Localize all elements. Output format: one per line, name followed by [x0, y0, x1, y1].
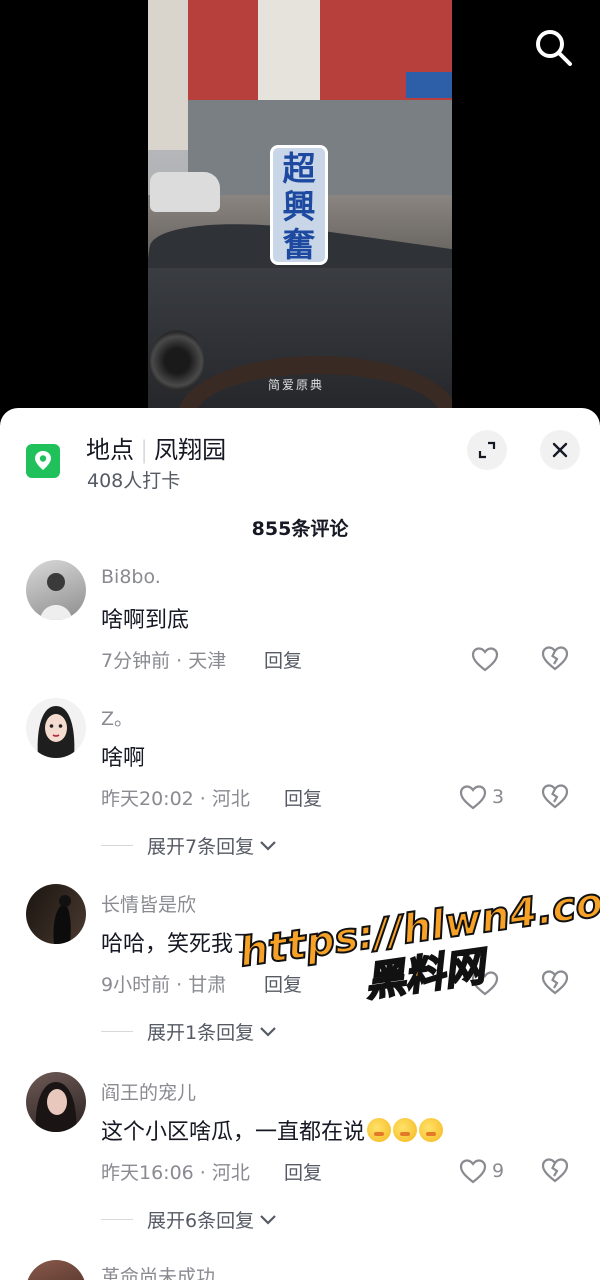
chevron-down-icon	[260, 1214, 276, 1225]
location-divider: |	[140, 436, 149, 464]
avatar[interactable]	[26, 1260, 86, 1280]
comment-username[interactable]: 阎王的宠儿	[101, 1078, 196, 1105]
reply-button[interactable]: 回复	[284, 1158, 322, 1185]
dislike-button[interactable]	[540, 968, 570, 998]
comment-username[interactable]: Z。	[101, 704, 133, 731]
chevron-down-icon	[260, 1026, 276, 1037]
broken-heart-icon	[541, 646, 569, 671]
broken-heart-icon	[541, 970, 569, 995]
reply-button[interactable]: 回复	[284, 784, 322, 811]
emoji-icon	[393, 1118, 418, 1142]
like-button[interactable]	[470, 968, 504, 998]
video-store-sign	[406, 72, 452, 98]
heart-icon	[459, 1159, 487, 1184]
heart-icon	[471, 971, 499, 996]
expand-replies-label: 展开7条回复	[147, 836, 255, 858]
search-icon	[536, 30, 572, 66]
comment-meta: 昨天16:06 · 河北	[101, 1162, 250, 1184]
comment-text[interactable]: 啥啊到底	[101, 602, 189, 634]
heart-icon	[471, 647, 499, 672]
like-count: 9	[492, 1160, 505, 1182]
comment-meta: 9小时前 · 甘肃	[101, 974, 227, 996]
dislike-button[interactable]	[540, 782, 570, 812]
location-checkins: 408人打卡	[87, 470, 181, 492]
video-watermark: 简爱原典	[268, 378, 325, 392]
search-button[interactable]	[532, 26, 574, 68]
comment-text[interactable]: 啥啊	[101, 740, 145, 772]
video-overlay-label: 超 興 奮	[270, 145, 328, 265]
location-title[interactable]: 地点 | 凤翔园	[86, 430, 226, 465]
comment-sheet: 地点 | 凤翔园 408人打卡 855条评论 Bi8bo. 啥啊到底 7分钟前 · …	[0, 408, 600, 1280]
comment-text-content: 这个小区啥瓜，一直都在说	[101, 1120, 366, 1145]
expand-icon	[478, 441, 496, 459]
expand-divider	[101, 1031, 133, 1032]
video-building-left	[148, 0, 192, 150]
emoji-icon	[367, 1118, 392, 1142]
dislike-button[interactable]	[540, 644, 570, 674]
location-type: 地点	[86, 436, 134, 464]
expand-replies-button[interactable]: 展开7条回复	[101, 832, 278, 859]
avatar[interactable]	[26, 884, 86, 944]
close-button[interactable]	[540, 430, 580, 470]
dislike-button[interactable]	[540, 1156, 570, 1186]
chevron-down-icon	[260, 840, 276, 851]
broken-heart-icon	[541, 1158, 569, 1183]
expand-replies-label: 展开1条回复	[147, 1022, 255, 1044]
like-button[interactable]: 3	[458, 782, 504, 812]
avatar[interactable]	[26, 1072, 86, 1132]
close-icon	[552, 442, 568, 458]
comment-item: 革命尚未成功	[0, 1260, 600, 1280]
comment-text[interactable]: 这个小区啥瓜，一直都在说	[101, 1114, 444, 1146]
heart-icon	[459, 785, 487, 810]
emoji-icon	[419, 1118, 444, 1142]
expand-divider	[101, 845, 133, 846]
like-button[interactable]: 9	[458, 1156, 504, 1186]
comment-text[interactable]: 哈哈，笑死我了	[101, 926, 255, 958]
avatar[interactable]	[26, 698, 86, 758]
location-name: 凤翔园	[154, 436, 227, 464]
like-button[interactable]	[470, 644, 504, 674]
reply-button[interactable]: 回复	[264, 970, 302, 997]
avatar[interactable]	[26, 560, 86, 620]
expand-replies-button[interactable]: 展开1条回复	[101, 1018, 278, 1045]
video-air-vent	[150, 330, 204, 392]
comment-count: 855条评论	[251, 518, 349, 540]
comment-item: 阎王的宠儿 这个小区啥瓜，一直都在说 昨天16:06 · 河北 回复 9 展开6…	[0, 1072, 600, 1242]
location-pin-icon[interactable]	[26, 444, 60, 478]
reply-button[interactable]: 回复	[264, 646, 302, 673]
broken-heart-icon	[541, 784, 569, 809]
comment-meta: 7分钟前 · 天津	[101, 650, 227, 672]
expand-divider	[101, 1219, 133, 1220]
video-parked-car	[150, 172, 220, 212]
comment-username[interactable]: Bi8bo.	[101, 566, 161, 588]
comment-item: 长情皆是欣 哈哈，笑死我了 9小时前 · 甘肃 回复 展开1条回复	[0, 884, 600, 1054]
video-player[interactable]: 超 興 奮 简爱原典	[0, 0, 600, 420]
comment-username[interactable]: 革命尚未成功	[101, 1262, 215, 1280]
expand-button[interactable]	[467, 430, 507, 470]
like-count: 3	[492, 786, 505, 808]
comment-meta: 昨天20:02 · 河北	[101, 788, 250, 810]
comment-item: Z。 啥啊 昨天20:02 · 河北 回复 3 展开7条回复	[0, 698, 600, 868]
comment-item: Bi8bo. 啥啊到底 7分钟前 · 天津 回复	[0, 560, 600, 690]
video-frame[interactable]: 超 興 奮 简爱原典	[148, 0, 452, 410]
expand-replies-label: 展开6条回复	[147, 1210, 255, 1232]
expand-replies-button[interactable]: 展开6条回复	[101, 1206, 278, 1233]
comment-username[interactable]: 长情皆是欣	[101, 890, 196, 917]
